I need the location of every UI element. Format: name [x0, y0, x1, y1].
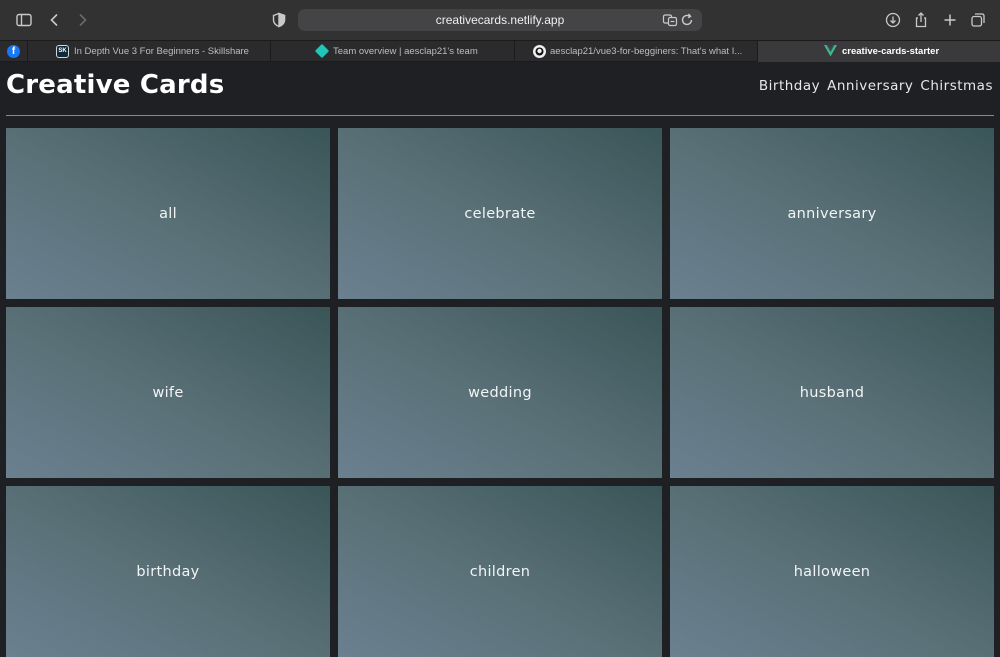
tab-overview-icon[interactable]	[967, 9, 989, 31]
facebook-icon: f	[7, 45, 20, 58]
vue-icon	[824, 45, 837, 57]
url-text: creativecards.netlify.app	[435, 13, 565, 27]
tab-skillshare[interactable]: SK In Depth Vue 3 For Beginners - Skills…	[28, 41, 271, 62]
back-icon[interactable]	[44, 9, 66, 31]
nav-link-christmas[interactable]: Chirstmas	[920, 78, 993, 94]
tab-label: creative-cards-starter	[842, 46, 940, 57]
card-label: all	[159, 205, 177, 222]
card-label: birthday	[136, 563, 200, 580]
category-card-halloween[interactable]: halloween	[670, 486, 994, 657]
category-card-wedding[interactable]: wedding	[338, 307, 662, 478]
category-card-birthday[interactable]: birthday	[6, 486, 330, 657]
card-label: celebrate	[464, 205, 536, 222]
nav-link-anniversary[interactable]: Anniversary	[827, 78, 913, 94]
github-icon	[533, 45, 546, 58]
skillshare-icon: SK	[56, 45, 69, 58]
category-card-children[interactable]: children	[338, 486, 662, 657]
page-content: Creative Cards Birthday Anniversary Chir…	[0, 62, 1000, 657]
netlify-icon	[314, 43, 330, 59]
tab-creative-cards[interactable]: creative-cards-starter	[758, 41, 1000, 62]
category-card-husband[interactable]: husband	[670, 307, 994, 478]
tab-label: Team overview | aesclap21's team	[333, 46, 478, 57]
tab-bar: f SK In Depth Vue 3 For Beginners - Skil…	[0, 40, 1000, 62]
translate-icon[interactable]	[662, 12, 678, 28]
tab-facebook[interactable]: f	[0, 41, 28, 62]
tab-netlify[interactable]: Team overview | aesclap21's team	[271, 41, 515, 62]
main-nav: Birthday Anniversary Chirstmas	[759, 78, 993, 94]
tab-label: In Depth Vue 3 For Beginners - Skillshar…	[74, 46, 249, 57]
tab-label: aesclap21/vue3-for-begginers: That's wha…	[550, 46, 743, 57]
category-card-celebrate[interactable]: celebrate	[338, 128, 662, 299]
site-title: Creative Cards	[6, 70, 225, 100]
header-divider	[6, 115, 994, 116]
downloads-icon[interactable]	[882, 9, 904, 31]
tab-github[interactable]: aesclap21/vue3-for-begginers: That's wha…	[515, 41, 758, 62]
category-card-all[interactable]: all	[6, 128, 330, 299]
privacy-shield-icon[interactable]	[268, 9, 290, 31]
card-label: wedding	[468, 384, 532, 401]
reload-icon[interactable]	[678, 11, 696, 29]
card-label: wife	[152, 384, 184, 401]
address-bar[interactable]: creativecards.netlify.app	[298, 9, 702, 31]
sidebar-toggle-icon[interactable]	[13, 9, 35, 31]
card-label: anniversary	[787, 205, 877, 222]
category-grid: all celebrate anniversary wife wedding h…	[6, 128, 994, 657]
forward-icon[interactable]	[71, 9, 93, 31]
category-card-anniversary[interactable]: anniversary	[670, 128, 994, 299]
nav-link-birthday[interactable]: Birthday	[759, 78, 820, 94]
browser-toolbar: creativecards.netlify.app	[0, 0, 1000, 40]
card-label: halloween	[793, 563, 871, 580]
card-label: husband	[799, 384, 865, 401]
share-icon[interactable]	[910, 9, 932, 31]
card-label: children	[469, 563, 531, 580]
new-tab-icon[interactable]	[939, 9, 961, 31]
category-card-wife[interactable]: wife	[6, 307, 330, 478]
